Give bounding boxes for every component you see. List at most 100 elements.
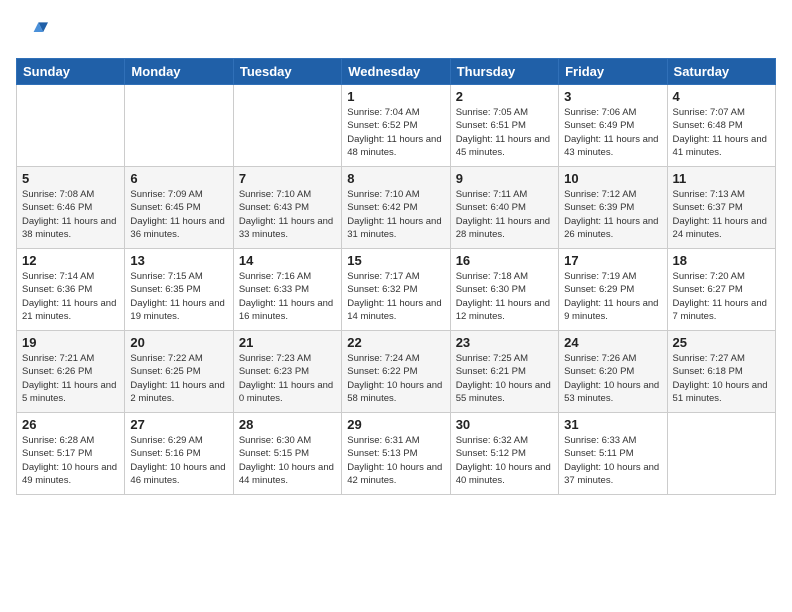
day-info: Sunrise: 7:23 AM Sunset: 6:23 PM Dayligh…: [239, 352, 336, 405]
calendar-week-row: 1 Sunrise: 7:04 AM Sunset: 6:52 PM Daylig…: [17, 85, 776, 167]
col-header-monday: Monday: [125, 59, 233, 85]
day-info: Sunrise: 6:33 AM Sunset: 5:11 PM Dayligh…: [564, 434, 661, 487]
day-info: Sunrise: 7:15 AM Sunset: 6:35 PM Dayligh…: [130, 270, 227, 323]
calendar-cell: 14 Sunrise: 7:16 AM Sunset: 6:33 PM Dayli…: [233, 249, 341, 331]
day-info: Sunrise: 7:10 AM Sunset: 6:42 PM Dayligh…: [347, 188, 444, 241]
calendar-cell: 7Sunrise: 7:10 AM Sunset: 6:43 PM Daylig…: [233, 167, 341, 249]
day-number: 6: [130, 171, 227, 186]
day-info: Sunrise: 7:22 AM Sunset: 6:25 PM Dayligh…: [130, 352, 227, 405]
day-number: 16: [456, 253, 553, 268]
day-number: 11: [673, 171, 770, 186]
day-number: 2: [456, 89, 553, 104]
day-info: Sunrise: 7:07 AM Sunset: 6:48 PM Dayligh…: [673, 106, 770, 159]
calendar-cell: 3 Sunrise: 7:06 AM Sunset: 6:49 PM Daylig…: [559, 85, 667, 167]
calendar-cell: 4 Sunrise: 7:07 AM Sunset: 6:48 PM Daylig…: [667, 85, 775, 167]
calendar-cell: 26Sunrise: 6:28 AM Sunset: 5:17 PM Dayli…: [17, 413, 125, 495]
calendar-table: SundayMondayTuesdayWednesdayThursdayFrid…: [16, 58, 776, 495]
day-number: 10: [564, 171, 661, 186]
calendar-week-row: 19 Sunrise: 7:21 AM Sunset: 6:26 PM Dayli…: [17, 331, 776, 413]
day-number: 20: [130, 335, 227, 350]
day-number: 13: [130, 253, 227, 268]
col-header-tuesday: Tuesday: [233, 59, 341, 85]
calendar-cell: 2 Sunrise: 7:05 AM Sunset: 6:51 PM Daylig…: [450, 85, 558, 167]
calendar-header-row: SundayMondayTuesdayWednesdayThursdayFrid…: [17, 59, 776, 85]
calendar-cell: 21 Sunrise: 7:23 AM Sunset: 6:23 PM Dayli…: [233, 331, 341, 413]
calendar-cell: 6Sunrise: 7:09 AM Sunset: 6:45 PM Daylig…: [125, 167, 233, 249]
day-number: 5: [22, 171, 119, 186]
calendar-cell: [125, 85, 233, 167]
day-number: 23: [456, 335, 553, 350]
day-number: 25: [673, 335, 770, 350]
day-number: 17: [564, 253, 661, 268]
day-info: Sunrise: 7:04 AM Sunset: 6:52 PM Dayligh…: [347, 106, 444, 159]
day-info: Sunrise: 7:11 AM Sunset: 6:40 PM Dayligh…: [456, 188, 553, 241]
day-info: Sunrise: 7:18 AM Sunset: 6:30 PM Dayligh…: [456, 270, 553, 323]
calendar-cell: 8Sunrise: 7:10 AM Sunset: 6:42 PM Daylig…: [342, 167, 450, 249]
day-info: Sunrise: 7:13 AM Sunset: 6:37 PM Dayligh…: [673, 188, 770, 241]
calendar-cell: 28 Sunrise: 6:30 AM Sunset: 5:15 PM Dayli…: [233, 413, 341, 495]
calendar-cell: 5 Sunrise: 7:08 AM Sunset: 6:46 PM Daylig…: [17, 167, 125, 249]
col-header-thursday: Thursday: [450, 59, 558, 85]
day-info: Sunrise: 7:20 AM Sunset: 6:27 PM Dayligh…: [673, 270, 770, 323]
calendar-cell: [233, 85, 341, 167]
calendar-cell: 10Sunrise: 7:12 AM Sunset: 6:39 PM Dayli…: [559, 167, 667, 249]
day-info: Sunrise: 7:06 AM Sunset: 6:49 PM Dayligh…: [564, 106, 661, 159]
calendar-cell: 9 Sunrise: 7:11 AM Sunset: 6:40 PM Daylig…: [450, 167, 558, 249]
calendar-cell: 16 Sunrise: 7:18 AM Sunset: 6:30 PM Dayli…: [450, 249, 558, 331]
header: [16, 16, 776, 48]
calendar-cell: 29 Sunrise: 6:31 AM Sunset: 5:13 PM Dayli…: [342, 413, 450, 495]
calendar-cell: 23Sunrise: 7:25 AM Sunset: 6:21 PM Dayli…: [450, 331, 558, 413]
calendar-cell: 13 Sunrise: 7:15 AM Sunset: 6:35 PM Dayli…: [125, 249, 233, 331]
col-header-sunday: Sunday: [17, 59, 125, 85]
day-info: Sunrise: 7:21 AM Sunset: 6:26 PM Dayligh…: [22, 352, 119, 405]
day-number: 12: [22, 253, 119, 268]
day-number: 28: [239, 417, 336, 432]
day-number: 29: [347, 417, 444, 432]
day-info: Sunrise: 7:05 AM Sunset: 6:51 PM Dayligh…: [456, 106, 553, 159]
col-header-friday: Friday: [559, 59, 667, 85]
calendar-cell: [667, 413, 775, 495]
calendar-cell: 22 Sunrise: 7:24 AM Sunset: 6:22 PM Dayli…: [342, 331, 450, 413]
day-info: Sunrise: 7:27 AM Sunset: 6:18 PM Dayligh…: [673, 352, 770, 405]
calendar-week-row: 12 Sunrise: 7:14 AM Sunset: 6:36 PM Dayli…: [17, 249, 776, 331]
day-info: Sunrise: 7:14 AM Sunset: 6:36 PM Dayligh…: [22, 270, 119, 323]
page: SundayMondayTuesdayWednesdayThursdayFrid…: [0, 0, 792, 612]
calendar-cell: 12 Sunrise: 7:14 AM Sunset: 6:36 PM Dayli…: [17, 249, 125, 331]
logo-icon: [16, 16, 48, 48]
day-info: Sunrise: 7:08 AM Sunset: 6:46 PM Dayligh…: [22, 188, 119, 241]
day-number: 14: [239, 253, 336, 268]
day-info: Sunrise: 7:17 AM Sunset: 6:32 PM Dayligh…: [347, 270, 444, 323]
day-number: 1: [347, 89, 444, 104]
col-header-saturday: Saturday: [667, 59, 775, 85]
calendar-cell: 25 Sunrise: 7:27 AM Sunset: 6:18 PM Dayli…: [667, 331, 775, 413]
calendar-cell: 11 Sunrise: 7:13 AM Sunset: 6:37 PM Dayli…: [667, 167, 775, 249]
day-number: 22: [347, 335, 444, 350]
day-number: 21: [239, 335, 336, 350]
day-number: 4: [673, 89, 770, 104]
calendar-cell: 30Sunrise: 6:32 AM Sunset: 5:12 PM Dayli…: [450, 413, 558, 495]
calendar-cell: 27Sunrise: 6:29 AM Sunset: 5:16 PM Dayli…: [125, 413, 233, 495]
day-number: 30: [456, 417, 553, 432]
day-info: Sunrise: 7:16 AM Sunset: 6:33 PM Dayligh…: [239, 270, 336, 323]
calendar-cell: 15 Sunrise: 7:17 AM Sunset: 6:32 PM Dayli…: [342, 249, 450, 331]
calendar-cell: 18 Sunrise: 7:20 AM Sunset: 6:27 PM Dayli…: [667, 249, 775, 331]
day-number: 3: [564, 89, 661, 104]
day-info: Sunrise: 6:30 AM Sunset: 5:15 PM Dayligh…: [239, 434, 336, 487]
day-number: 19: [22, 335, 119, 350]
day-number: 24: [564, 335, 661, 350]
day-number: 31: [564, 417, 661, 432]
day-info: Sunrise: 6:29 AM Sunset: 5:16 PM Dayligh…: [130, 434, 227, 487]
calendar-cell: 19 Sunrise: 7:21 AM Sunset: 6:26 PM Dayli…: [17, 331, 125, 413]
col-header-wednesday: Wednesday: [342, 59, 450, 85]
day-info: Sunrise: 7:26 AM Sunset: 6:20 PM Dayligh…: [564, 352, 661, 405]
day-number: 18: [673, 253, 770, 268]
calendar-cell: 24 Sunrise: 7:26 AM Sunset: 6:20 PM Dayli…: [559, 331, 667, 413]
calendar-cell: 1 Sunrise: 7:04 AM Sunset: 6:52 PM Daylig…: [342, 85, 450, 167]
calendar-cell: 31 Sunrise: 6:33 AM Sunset: 5:11 PM Dayli…: [559, 413, 667, 495]
day-number: 9: [456, 171, 553, 186]
day-number: 15: [347, 253, 444, 268]
day-info: Sunrise: 7:24 AM Sunset: 6:22 PM Dayligh…: [347, 352, 444, 405]
day-info: Sunrise: 6:31 AM Sunset: 5:13 PM Dayligh…: [347, 434, 444, 487]
calendar-cell: 17Sunrise: 7:19 AM Sunset: 6:29 PM Dayli…: [559, 249, 667, 331]
calendar-week-row: 5 Sunrise: 7:08 AM Sunset: 6:46 PM Daylig…: [17, 167, 776, 249]
